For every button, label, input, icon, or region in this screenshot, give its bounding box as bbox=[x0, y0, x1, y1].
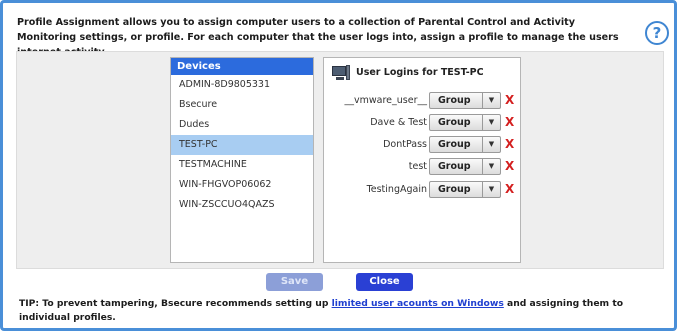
save-button[interactable]: Save bbox=[266, 273, 323, 291]
user-logins-header: User Logins for TEST-PC bbox=[332, 63, 484, 83]
device-item[interactable]: ADMIN-8D9805331 bbox=[171, 75, 313, 95]
profile-dropdown[interactable]: Group ▼ bbox=[429, 158, 501, 175]
device-item[interactable]: Bsecure bbox=[171, 95, 313, 115]
profile-dropdown[interactable]: Group ▼ bbox=[429, 92, 501, 109]
dropdown-arrow-icon[interactable]: ▼ bbox=[482, 137, 500, 152]
login-row: TestingAgain Group ▼ X bbox=[324, 181, 522, 199]
profile-dropdown[interactable]: Group ▼ bbox=[429, 114, 501, 131]
dropdown-arrow-icon[interactable]: ▼ bbox=[482, 93, 500, 108]
dropdown-arrow-icon[interactable]: ▼ bbox=[482, 182, 500, 197]
remove-icon[interactable]: X bbox=[505, 136, 514, 153]
profile-dropdown-value: Group bbox=[438, 139, 471, 150]
close-button[interactable]: Close bbox=[356, 273, 413, 291]
tip-text: TIP: To prevent tampering, Bsecure recom… bbox=[19, 297, 669, 325]
profile-dropdown[interactable]: Group ▼ bbox=[429, 136, 501, 153]
login-row: Dave & Test Group ▼ X bbox=[324, 114, 522, 132]
device-item[interactable]: TESTMACHINE bbox=[171, 155, 313, 175]
remove-icon[interactable]: X bbox=[505, 92, 514, 109]
user-logins-panel: User Logins for TEST-PC __vmware_user__ … bbox=[323, 57, 521, 263]
profile-assignment-dialog: Profile Assignment allows you to assign … bbox=[0, 0, 677, 331]
device-item-selected[interactable]: TEST-PC bbox=[171, 135, 313, 155]
dropdown-arrow-icon[interactable]: ▼ bbox=[482, 115, 500, 130]
devices-list: Devices ADMIN-8D9805331 Bsecure Dudes TE… bbox=[170, 57, 314, 263]
remove-icon[interactable]: X bbox=[505, 114, 514, 131]
login-user-name: TestingAgain bbox=[366, 184, 427, 195]
user-logins-title: User Logins for TEST-PC bbox=[356, 67, 484, 78]
login-user-name: DontPass bbox=[383, 139, 427, 150]
profile-dropdown-value: Group bbox=[438, 95, 471, 106]
login-row: __vmware_user__ Group ▼ X bbox=[324, 92, 522, 110]
login-user-name: __vmware_user__ bbox=[344, 95, 427, 106]
device-item[interactable]: WIN-FHGVOP06062 bbox=[171, 175, 313, 195]
help-icon[interactable]: ? bbox=[645, 21, 669, 45]
login-user-name: Dave & Test bbox=[370, 117, 427, 128]
profile-dropdown-value: Group bbox=[438, 161, 471, 172]
device-item[interactable]: WIN-ZSCCUO4QAZS bbox=[171, 195, 313, 215]
remove-icon[interactable]: X bbox=[505, 158, 514, 175]
login-row: DontPass Group ▼ X bbox=[324, 136, 522, 154]
dropdown-arrow-icon[interactable]: ▼ bbox=[482, 159, 500, 174]
limited-accounts-link[interactable]: limited user acounts on Windows bbox=[332, 298, 504, 309]
remove-icon[interactable]: X bbox=[505, 181, 514, 198]
profile-dropdown[interactable]: Group ▼ bbox=[429, 181, 501, 198]
profile-dropdown-value: Group bbox=[438, 184, 471, 195]
login-user-name: test bbox=[408, 161, 427, 172]
devices-header: Devices bbox=[171, 58, 313, 75]
computer-icon bbox=[332, 64, 350, 81]
profile-dropdown-value: Group bbox=[438, 117, 471, 128]
tip-prefix: TIP: To prevent tampering, Bsecure recom… bbox=[19, 298, 332, 309]
device-item[interactable]: Dudes bbox=[171, 115, 313, 135]
login-row: test Group ▼ X bbox=[324, 158, 522, 176]
